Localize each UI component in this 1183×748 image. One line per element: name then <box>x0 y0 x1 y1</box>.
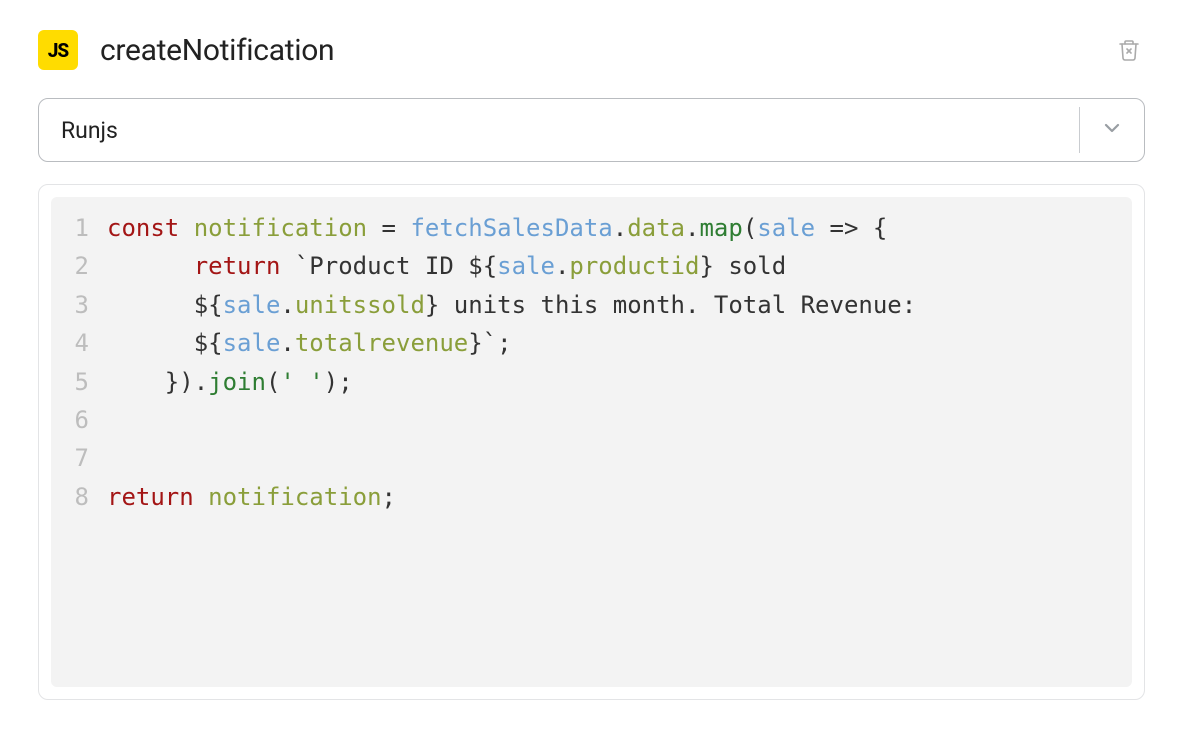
code-line: 6 <box>51 401 1132 439</box>
js-badge-text: JS <box>48 39 68 62</box>
line-number: 6 <box>51 401 107 439</box>
dropdown-toggle[interactable] <box>1080 99 1144 161</box>
delete-button[interactable] <box>1113 33 1145 67</box>
code-content[interactable]: return `Product ID ${sale.productid} sol… <box>107 247 1132 285</box>
code-line: 5 }).join(' '); <box>51 363 1132 401</box>
code-content[interactable]: ${sale.totalrevenue}`; <box>107 324 1132 362</box>
js-badge: JS <box>38 30 78 70</box>
line-number: 4 <box>51 324 107 362</box>
code-line: 4 ${sale.totalrevenue}`; <box>51 324 1132 362</box>
code-content[interactable]: const notification = fetchSalesData.data… <box>107 209 1132 247</box>
code-editor[interactable]: 1const notification = fetchSalesData.dat… <box>51 197 1132 687</box>
line-number: 1 <box>51 209 107 247</box>
code-line: 8return notification; <box>51 478 1132 516</box>
line-number: 2 <box>51 247 107 285</box>
code-line: 7 <box>51 439 1132 477</box>
code-line: 2 return `Product ID ${sale.productid} s… <box>51 247 1132 285</box>
code-content[interactable] <box>107 401 1132 439</box>
runner-dropdown[interactable]: Runjs <box>38 98 1145 162</box>
line-number: 3 <box>51 286 107 324</box>
code-content[interactable]: }).join(' '); <box>107 363 1132 401</box>
runner-dropdown-label: Runjs <box>39 99 1079 161</box>
line-number: 8 <box>51 478 107 516</box>
code-content[interactable] <box>107 439 1132 477</box>
chevron-down-icon <box>1100 116 1124 144</box>
header-row: JS createNotification <box>38 30 1145 70</box>
code-line: 3 ${sale.unitssold} units this month. To… <box>51 286 1132 324</box>
code-card: 1const notification = fetchSalesData.dat… <box>38 184 1145 700</box>
header-left: JS createNotification <box>38 30 334 70</box>
trash-icon <box>1117 37 1141 63</box>
line-number: 5 <box>51 363 107 401</box>
code-content[interactable]: ${sale.unitssold} units this month. Tota… <box>107 286 1132 324</box>
page-title: createNotification <box>100 33 334 68</box>
line-number: 7 <box>51 439 107 477</box>
code-content[interactable]: return notification; <box>107 478 1132 516</box>
code-line: 1const notification = fetchSalesData.dat… <box>51 209 1132 247</box>
